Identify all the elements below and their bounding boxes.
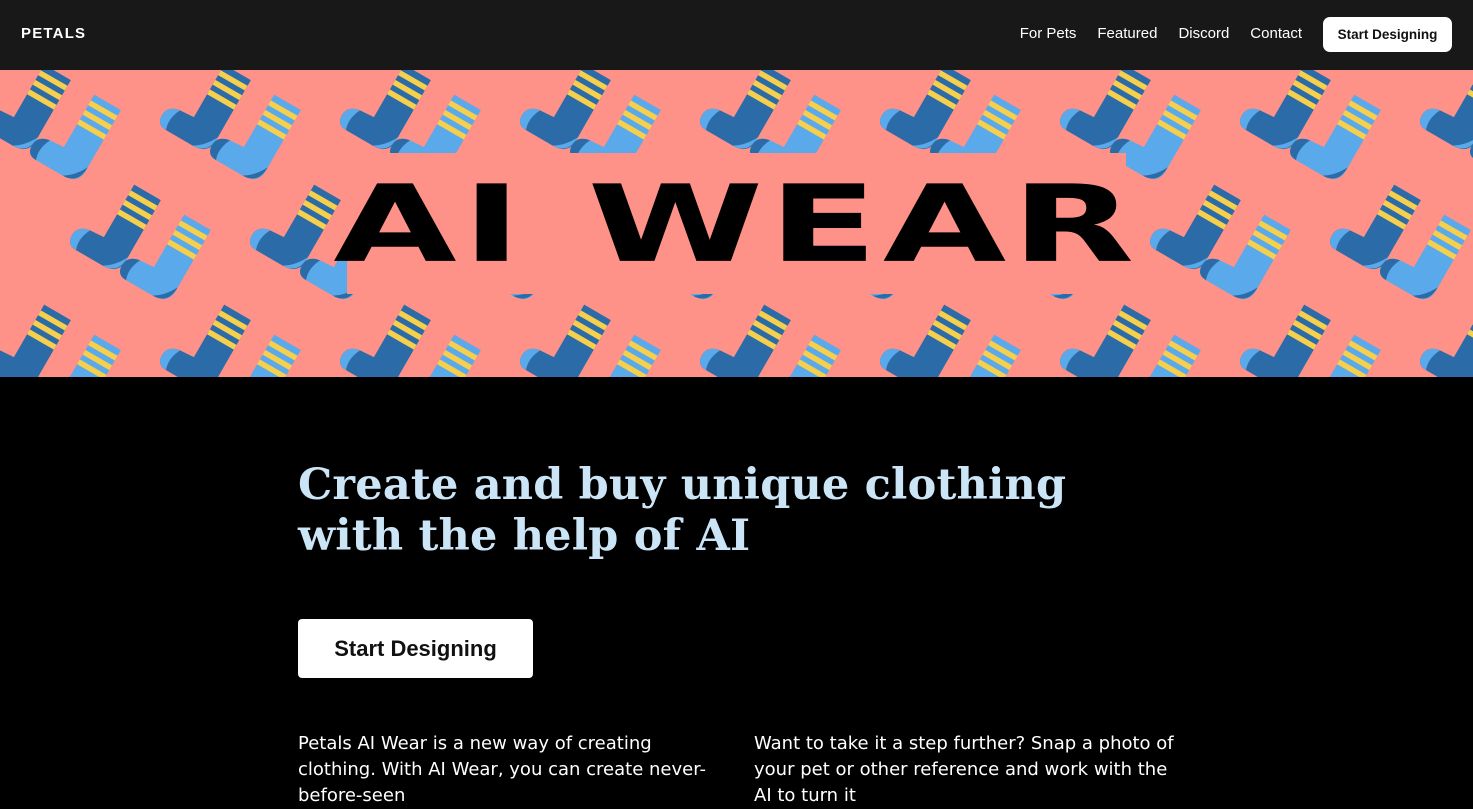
ai-wear-logo: AI WEAR bbox=[211, 160, 1263, 287]
sock-icon bbox=[696, 70, 790, 154]
nav-start-designing-button[interactable]: Start Designing bbox=[1323, 17, 1452, 52]
hero-banner: AI WEAR bbox=[0, 70, 1473, 377]
intro-paragraph: Petals AI Wear is a new way of creating … bbox=[298, 731, 718, 809]
sock-icon bbox=[1416, 70, 1473, 154]
nav-link-contact[interactable]: Contact bbox=[1250, 25, 1302, 42]
sock-icon bbox=[516, 290, 610, 377]
nav-link-for-pets[interactable]: For Pets bbox=[1020, 25, 1077, 42]
sock-icon bbox=[876, 290, 970, 377]
sock-icon bbox=[1236, 70, 1330, 154]
pet-paragraph: Want to take it a step further? Snap a p… bbox=[754, 731, 1174, 809]
sock-icon bbox=[0, 290, 71, 377]
top-navbar: PETALS For Pets Featured Discord Contact… bbox=[0, 0, 1473, 70]
sock-icon bbox=[1326, 170, 1420, 274]
nav-link-featured[interactable]: Featured bbox=[1097, 25, 1157, 42]
sock-icon bbox=[516, 70, 610, 154]
sock-icon bbox=[1056, 70, 1150, 154]
sock-icon bbox=[66, 170, 160, 274]
brand-logo[interactable]: PETALS bbox=[21, 25, 86, 42]
page-headline: Create and buy unique clothing with the … bbox=[298, 460, 1168, 562]
start-designing-button[interactable]: Start Designing bbox=[298, 619, 533, 678]
sock-icon bbox=[1056, 290, 1150, 377]
nav-links: For Pets Featured Discord Contact bbox=[1020, 25, 1302, 42]
sock-icon bbox=[336, 70, 430, 154]
hero-logo-box: AI WEAR bbox=[347, 153, 1126, 294]
main-content: Create and buy unique clothing with the … bbox=[298, 460, 1178, 562]
sock-icon bbox=[336, 290, 430, 377]
sock-icon bbox=[156, 290, 250, 377]
nav-link-discord[interactable]: Discord bbox=[1178, 25, 1229, 42]
sock-icon bbox=[156, 70, 250, 154]
sock-icon bbox=[696, 290, 790, 377]
sock-icon bbox=[1416, 290, 1473, 377]
sock-icon bbox=[1236, 290, 1330, 377]
sock-icon bbox=[876, 70, 970, 154]
